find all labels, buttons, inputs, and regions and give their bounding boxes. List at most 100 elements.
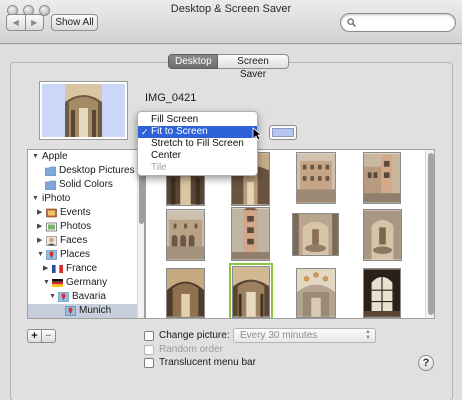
sidebar-item-label: iPhoto <box>42 193 71 204</box>
random-order-label: Random order <box>159 344 223 355</box>
help-button[interactable]: ? <box>418 355 434 371</box>
sidebar-item-label: Photos <box>60 221 92 232</box>
disclosure-triangle-open-icon[interactable]: ▼ <box>37 248 44 262</box>
desktop-color-well[interactable] <box>269 125 297 140</box>
sidebar-item-label: Places <box>60 249 91 260</box>
sidebar-item-events[interactable]: ▶ Events <box>28 206 138 220</box>
folder-icon <box>45 180 56 190</box>
preview-image <box>65 84 102 137</box>
sidebar-item-germany[interactable]: ▼ Germany <box>28 276 138 290</box>
disclosure-triangle-open-icon[interactable]: ▼ <box>43 276 50 290</box>
image-thumbnail[interactable] <box>296 152 336 204</box>
back-button[interactable]: ◀ <box>7 15 25 30</box>
sidebar-item-label: Desktop Pictures <box>59 165 135 176</box>
menu-item-label: Fill Screen <box>151 114 199 125</box>
sidebar-item-label: Apple <box>42 151 68 162</box>
sidebar-item-solid-colors[interactable]: Solid Colors <box>28 178 138 192</box>
change-interval-value: Every 30 minutes <box>240 330 318 341</box>
mouse-pointer-icon <box>252 127 262 141</box>
sidebar-item-label: Bavaria <box>72 291 106 302</box>
image-thumbnail[interactable] <box>166 268 205 318</box>
sidebar-item-munich[interactable]: Munich <box>28 304 138 318</box>
germany-flag-icon <box>52 279 63 287</box>
sidebar-item-faces[interactable]: ▶ Faces <box>28 234 138 248</box>
disclosure-triangle-open-icon[interactable]: ▼ <box>32 150 39 164</box>
places-icon <box>58 292 69 302</box>
window-toolbar: Desktop & Screen Saver ◀ ▶ Show All <box>0 0 462 44</box>
image-thumbnail[interactable] <box>363 152 401 204</box>
grid-scroll-thumb[interactable] <box>428 153 434 315</box>
image-thumbnail[interactable] <box>363 268 401 318</box>
sidebar-item-photos[interactable]: ▶ Photos <box>28 220 138 234</box>
sidebar-item-bavaria[interactable]: ▼ Bavaria <box>28 290 138 304</box>
sidebar-item-iphoto[interactable]: ▼ iPhoto <box>28 192 138 206</box>
disclosure-triangle-open-icon[interactable]: ▼ <box>49 290 56 304</box>
translucent-menu-bar-option: Translucent menu bar <box>144 357 256 368</box>
menu-item-fit-to-screen[interactable]: ✓ Fit to Screen <box>138 126 257 138</box>
select-arrows-icon: ▲ ▼ <box>365 329 371 341</box>
forward-button[interactable]: ▶ <box>24 15 44 30</box>
menu-item-center[interactable]: Center <box>138 150 257 162</box>
image-name-label: IMG_0421 <box>145 92 197 104</box>
sidebar-item-label: Solid Colors <box>59 179 113 190</box>
disclosure-triangle-closed-icon[interactable]: ▶ <box>43 262 48 276</box>
faces-icon <box>46 236 57 246</box>
search-icon <box>347 18 356 27</box>
folder-add-remove-buttons: + − <box>27 329 56 343</box>
disclosure-triangle-closed-icon[interactable]: ▶ <box>37 206 42 220</box>
menu-item-label: Stretch to Fill Screen <box>151 138 244 149</box>
change-interval-select[interactable]: Every 30 minutes ▲ ▼ <box>233 328 376 343</box>
remove-folder-button[interactable]: − <box>41 330 55 342</box>
source-list: ▼ Apple Desktop Pictures Solid Colors ▼ … <box>27 149 145 319</box>
show-all-button[interactable]: Show All <box>51 14 98 31</box>
change-picture-option: Change picture: <box>144 330 230 341</box>
navigation-buttons: ◀ ▶ <box>6 14 44 31</box>
random-order-option: Random order <box>144 344 223 355</box>
menu-item-fill-screen[interactable]: Fill Screen <box>138 114 257 126</box>
sidebar-item-apple[interactable]: ▼ Apple <box>28 150 138 164</box>
menu-item-label: Fit to Screen <box>151 126 208 137</box>
tab-bar: Desktop Screen Saver <box>168 54 289 80</box>
tab-desktop[interactable]: Desktop <box>168 54 218 69</box>
sidebar-item-label: Faces <box>60 235 88 246</box>
sidebar-item-france[interactable]: ▶ France <box>28 262 138 276</box>
sidebar-item-label: France <box>66 263 98 274</box>
tab-screen-saver[interactable]: Screen Saver <box>218 54 289 80</box>
menu-item-tile: Tile <box>138 162 257 174</box>
sidebar-item-label: Munich <box>79 305 112 316</box>
sidebar-item-label: Germany <box>66 277 108 288</box>
color-swatch-fill <box>272 128 294 137</box>
image-thumbnail[interactable] <box>166 209 205 261</box>
places-icon <box>46 250 57 260</box>
menu-item-label: Tile <box>151 162 167 173</box>
image-thumbnail[interactable] <box>363 209 402 261</box>
image-thumbnail-selected[interactable] <box>229 263 273 318</box>
sidebar-item-desktop-pictures[interactable]: Desktop Pictures <box>28 164 138 178</box>
forward-arrow-icon: ▶ <box>31 18 38 27</box>
disclosure-triangle-closed-icon[interactable]: ▶ <box>37 220 42 234</box>
disclosure-triangle-open-icon[interactable]: ▼ <box>32 192 39 206</box>
sidebar-item-label: Events <box>60 207 91 218</box>
translucent-menu-bar-checkbox[interactable] <box>144 357 154 368</box>
grid-scrollbar[interactable] <box>425 150 434 318</box>
search-field[interactable] <box>340 13 456 32</box>
random-order-checkbox <box>144 344 154 355</box>
change-picture-label: Change picture: <box>159 330 230 341</box>
places-icon <box>65 306 76 316</box>
events-icon <box>46 208 57 218</box>
image-thumbnail[interactable] <box>292 213 339 256</box>
disclosure-triangle-closed-icon[interactable]: ▶ <box>37 234 42 248</box>
folder-icon <box>45 166 56 176</box>
search-input[interactable] <box>359 16 451 29</box>
add-folder-button[interactable]: + <box>28 330 41 342</box>
current-desktop-preview <box>39 81 128 140</box>
image-thumbnail[interactable] <box>231 207 270 261</box>
sidebar-item-places[interactable]: ▼ Places <box>28 248 138 262</box>
image-thumbnail[interactable] <box>296 268 336 318</box>
menu-item-label: Center <box>151 150 182 161</box>
translucent-menu-bar-label: Translucent menu bar <box>159 357 256 368</box>
change-picture-checkbox[interactable] <box>144 330 154 341</box>
fit-mode-menu: Fill Screen ✓ Fit to Screen Stretch to Fi… <box>137 111 258 176</box>
menu-item-stretch-to-fill-screen[interactable]: Stretch to Fill Screen <box>138 138 257 150</box>
france-flag-icon <box>52 265 63 273</box>
